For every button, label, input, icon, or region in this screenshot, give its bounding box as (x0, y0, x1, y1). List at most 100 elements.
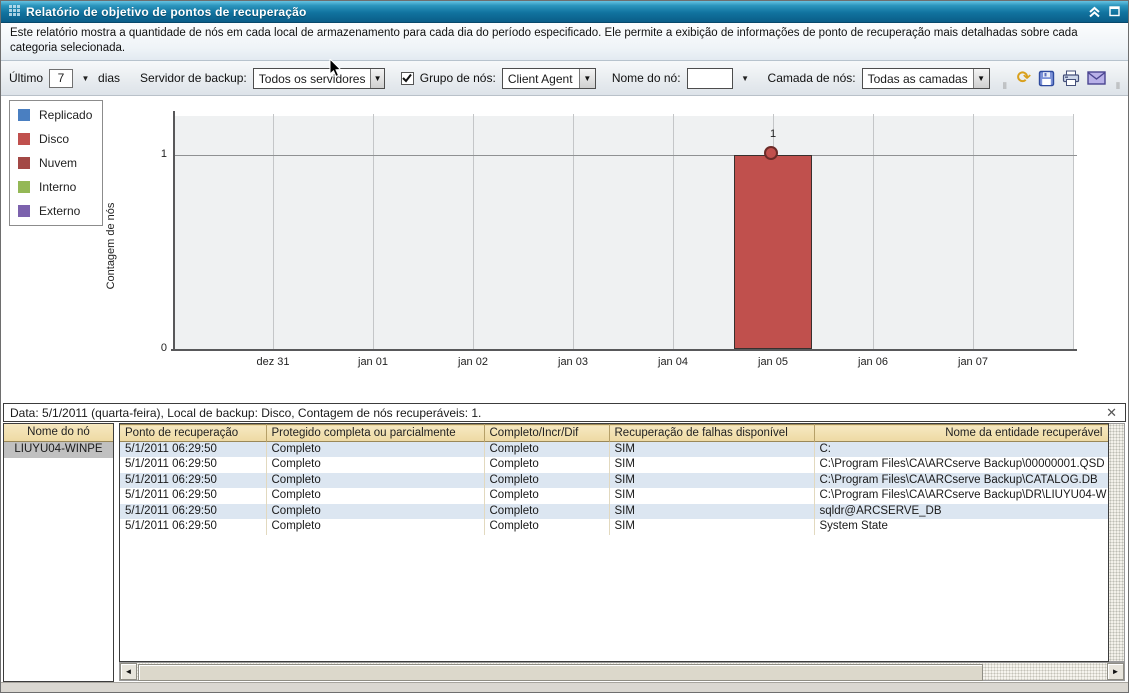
recovery-point-table: Ponto de recuperaçãoProtegido completa o… (119, 423, 1109, 662)
gridline (1073, 114, 1074, 349)
table-row[interactable]: 5/1/2011 06:29:50CompletoCompletoSIMsqld… (120, 504, 1108, 520)
toolbar-overflow-grip-icon[interactable]: ⦀ (1003, 82, 1007, 95)
maximize-square-icon[interactable] (1109, 6, 1120, 17)
table-cell: Completo (484, 504, 609, 520)
scroll-right-arrow-icon[interactable]: ► (1107, 663, 1124, 680)
table-cell: Completo (266, 519, 484, 535)
gridline (973, 114, 974, 349)
table-row[interactable]: 5/1/2011 06:29:50CompletoCompletoSIMC:\P… (120, 488, 1108, 504)
scroll-left-arrow-icon[interactable]: ◄ (120, 663, 137, 680)
email-icon[interactable] (1087, 71, 1106, 85)
node-group-value: Client Agent (503, 69, 579, 88)
drag-grip-icon[interactable] (9, 5, 20, 19)
rpo-bar-chart: dez 31jan 01jan 02jan 03jan 04jan 05jan … (1, 96, 1129, 399)
chart-region: dez 31jan 01jan 02jan 03jan 04jan 05jan … (1, 96, 1129, 399)
days-dropdown-arrow-icon[interactable]: ▼ (79, 69, 92, 88)
gridline (373, 114, 374, 349)
node-name-label: Nome do nó: (612, 71, 681, 85)
gridline (873, 114, 874, 349)
legend-item[interactable]: Replicado (18, 108, 92, 122)
plot-area (173, 116, 1073, 349)
legend-swatch-icon (18, 205, 30, 217)
bar-disco[interactable] (734, 155, 812, 349)
chart-legend: Replicado Disco Nuvem Interno Externo (9, 100, 103, 226)
table-cell: Completo (266, 504, 484, 520)
detail-header-bar: Data: 5/1/2011 (quarta-feira), Local de … (3, 403, 1126, 422)
table-cell: C:\Program Files\CA\ARCserve Backup\DR\L… (814, 488, 1108, 504)
column-header[interactable]: Ponto de recuperação (120, 425, 266, 442)
x-axis-tick-label: jan 07 (938, 356, 1008, 368)
x-axis-tick-label: jan 03 (538, 356, 608, 368)
table-row[interactable]: 5/1/2011 06:29:50CompletoCompletoSIMC: (120, 442, 1108, 458)
data-point-marker[interactable] (764, 146, 778, 160)
chevron-down-icon: ▼ (370, 69, 383, 88)
node-tier-select[interactable]: Todas as camadas ▼ (862, 68, 990, 89)
bar-value-label: 1 (753, 128, 793, 140)
column-header[interactable]: Nome da entidade recuperável (814, 425, 1108, 442)
column-header[interactable]: Protegido completa ou parcialmente (266, 425, 484, 442)
gridline (673, 114, 674, 349)
legend-item[interactable]: Interno (18, 180, 92, 194)
title-bar: Relatório de objetivo de pontos de recup… (1, 1, 1128, 23)
table-row[interactable]: 5/1/2011 06:29:50CompletoCompletoSIMC:\P… (120, 457, 1108, 473)
legend-swatch-icon (18, 157, 30, 169)
backup-server-label: Servidor de backup: (140, 71, 247, 85)
x-axis (171, 349, 1077, 351)
y-axis-tick-label: 1 (149, 148, 167, 160)
horizontal-scrollbar[interactable]: ◄ ► (119, 662, 1125, 681)
x-axis-tick-label: jan 06 (838, 356, 908, 368)
table-cell: Completo (484, 473, 609, 489)
legend-item[interactable]: Nuvem (18, 156, 92, 170)
filter-toolbar: Último 7 ▼ dias Servidor de backup: Todo… (1, 61, 1128, 96)
table-cell: C:\Program Files\CA\ARCserve Backup\CATA… (814, 473, 1108, 489)
node-name-dropdown-arrow-icon[interactable]: ▼ (739, 69, 752, 88)
legend-item[interactable]: Disco (18, 132, 92, 146)
table-cell: Completo (266, 488, 484, 504)
column-header[interactable]: Completo/Incr/Dif (484, 425, 609, 442)
table-cell: SIM (609, 473, 814, 489)
table-cell: C: (814, 442, 1108, 458)
legend-item[interactable]: Externo (18, 204, 92, 218)
collapse-chevrons-icon[interactable] (1088, 6, 1101, 18)
node-group-label: Grupo de nós: (420, 71, 496, 85)
legend-swatch-icon (18, 181, 30, 193)
table-cell: SIM (609, 488, 814, 504)
table-row[interactable]: 5/1/2011 06:29:50CompletoCompletoSIMSyst… (120, 519, 1108, 535)
days-value-box[interactable]: 7 (49, 69, 73, 88)
node-list-item[interactable]: LIUYU04-WINPE (4, 442, 113, 458)
print-icon[interactable] (1062, 70, 1080, 87)
last-label: Último (9, 71, 43, 85)
table-cell: 5/1/2011 06:29:50 (120, 504, 266, 520)
y-axis (173, 111, 175, 349)
table-row[interactable]: 5/1/2011 06:29:50CompletoCompletoSIMC:\P… (120, 473, 1108, 489)
table-cell: 5/1/2011 06:29:50 (120, 473, 266, 489)
window-bottom-edge (1, 682, 1128, 693)
scrollbar-thumb[interactable] (138, 664, 983, 681)
table-cell: SIM (609, 519, 814, 535)
legend-label: Replicado (39, 108, 92, 122)
refresh-icon[interactable]: ⟳ (1017, 70, 1031, 86)
node-group-checkbox[interactable] (401, 72, 414, 85)
node-name-input[interactable] (687, 68, 733, 89)
legend-swatch-icon (18, 109, 30, 121)
table-cell: SIM (609, 504, 814, 520)
close-icon[interactable]: ✕ (1104, 406, 1119, 419)
backup-server-value: Todos os servidores (254, 69, 371, 88)
table-cell: Completo (484, 442, 609, 458)
column-header[interactable]: Recuperação de falhas disponível (609, 425, 814, 442)
legend-label: Disco (39, 132, 69, 146)
gridline (573, 114, 574, 349)
x-axis-tick-label: dez 31 (238, 356, 308, 368)
node-tier-value: Todas as camadas (863, 69, 973, 88)
table-cell: Completo (266, 457, 484, 473)
table-cell: sqldr@ARCSERVE_DB (814, 504, 1108, 520)
table-cell: C:\Program Files\CA\ARCserve Backup\0000… (814, 457, 1108, 473)
node-group-select[interactable]: Client Agent ▼ (502, 68, 596, 89)
table-cell: 5/1/2011 06:29:50 (120, 519, 266, 535)
backup-server-select[interactable]: Todos os servidores ▼ (253, 68, 385, 89)
save-icon[interactable] (1038, 70, 1055, 87)
vertical-scrollbar[interactable] (1109, 423, 1125, 662)
toolbar-overflow-grip-icon[interactable]: ⦀ (1116, 82, 1120, 95)
table-cell: Completo (266, 473, 484, 489)
table-cell: Completo (484, 519, 609, 535)
